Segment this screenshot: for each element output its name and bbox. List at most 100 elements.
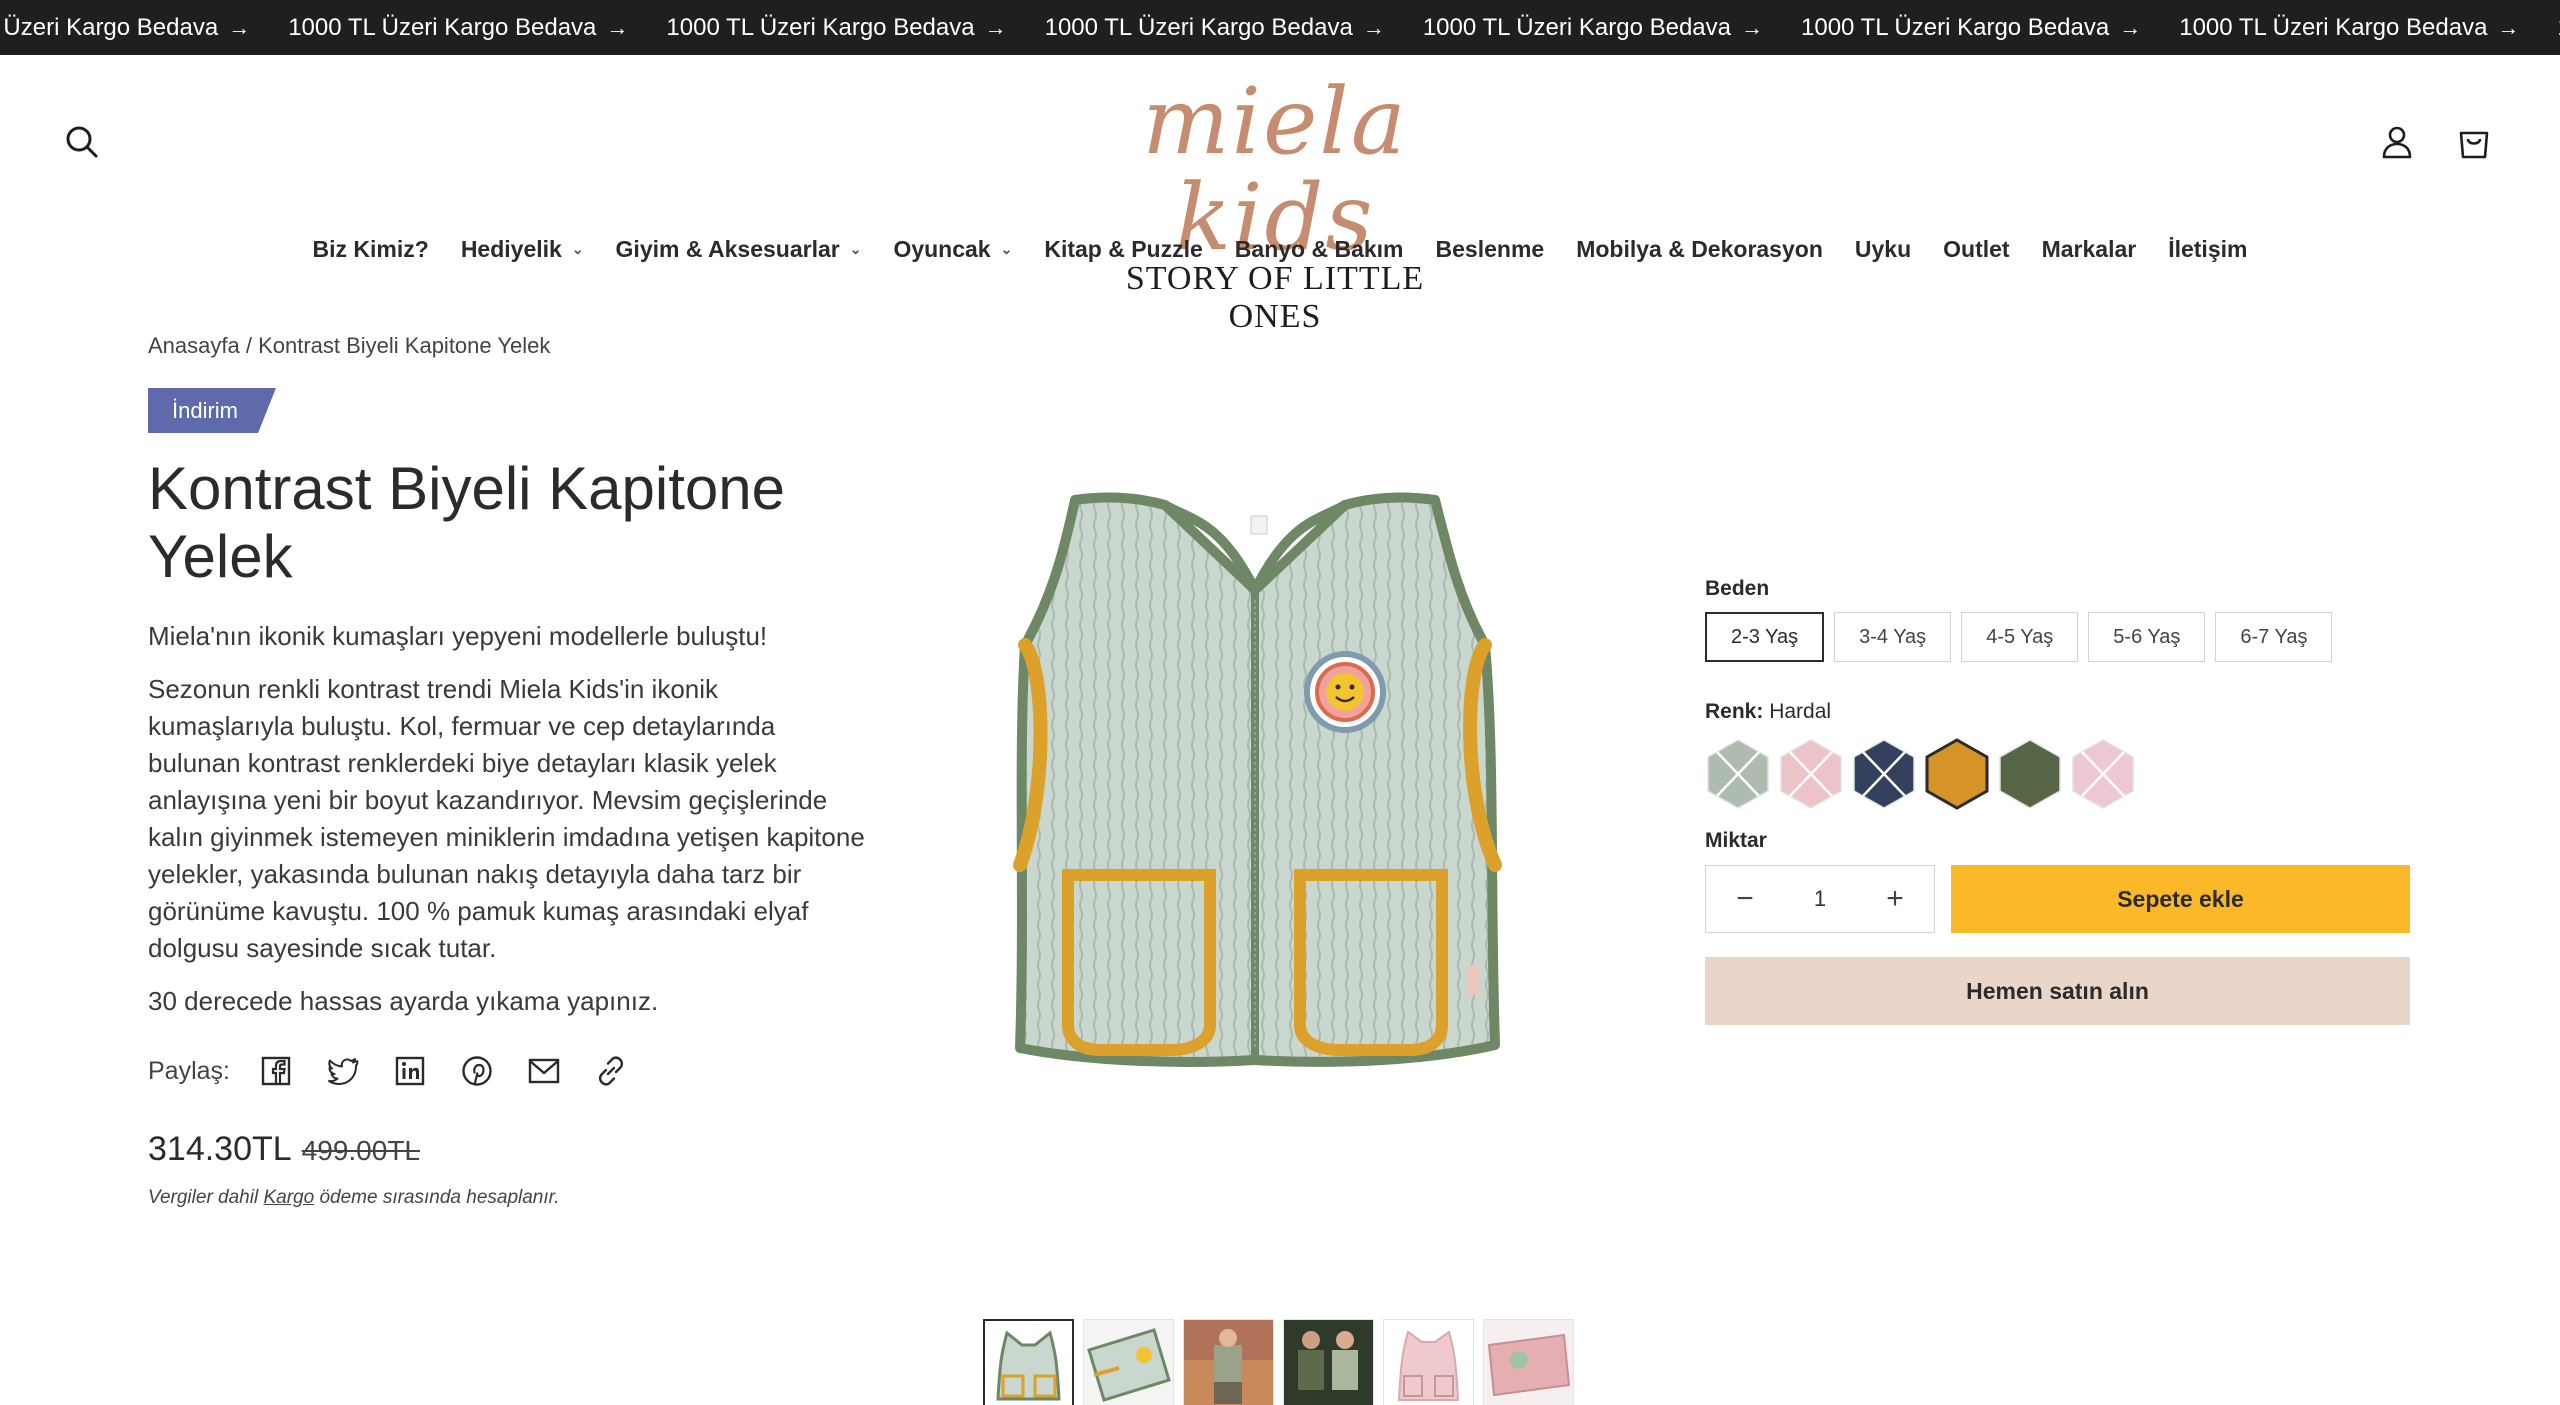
nav-item[interactable]: Hediyelik ⌄ xyxy=(445,236,600,263)
product-title: Kontrast Biyeli Kapitone Yelek xyxy=(148,455,786,590)
color-selector xyxy=(1705,738,2136,810)
nav-item-label: Uyku xyxy=(1854,236,1912,262)
link-icon[interactable] xyxy=(593,1053,629,1089)
nav-item-label: Mobilya & Dekorasyon xyxy=(1576,236,1823,262)
regular-price: 499.00TL xyxy=(301,1135,420,1166)
size-option[interactable]: 5-6 Yaş xyxy=(2088,612,2206,662)
size-option[interactable]: 4-5 Yaş xyxy=(1961,612,2079,662)
nav-item-label: Kitap & Puzzle xyxy=(1044,236,1203,262)
arrow-right-icon: → xyxy=(984,14,1007,40)
announcement-item[interactable]: 1000 TL Üzeri Kargo Bedava → xyxy=(666,14,1006,42)
search-button[interactable] xyxy=(60,120,104,164)
logo-tagline: STORY OF LITTLE ONES xyxy=(1125,260,1425,335)
size-option[interactable]: 3-4 Yaş xyxy=(1834,612,1952,662)
description-body: Sezonun renkli kontrast trendi Miela Kid… xyxy=(148,674,865,963)
size-option[interactable]: 6-7 Yaş xyxy=(2215,612,2333,662)
nav-item[interactable]: Giyim & Aksesuarlar ⌄ xyxy=(600,236,878,263)
color-label-row: Renk: Hardal xyxy=(1705,700,1831,724)
thumbnail-3[interactable] xyxy=(1183,1319,1274,1405)
announcement-item[interactable]: 1000 TL Üzeri Kargo Bedava → xyxy=(1423,14,1763,42)
nav-item[interactable]: Biz Kimiz? xyxy=(297,236,445,263)
arrow-right-icon: → xyxy=(1741,14,1764,40)
share-row: Paylaş: xyxy=(148,1053,660,1089)
account-icon xyxy=(2382,126,2412,159)
nav-item[interactable]: Kitap & Puzzle xyxy=(1028,236,1218,263)
share-label: Paylaş: xyxy=(148,1056,230,1085)
thumbnail-2[interactable] xyxy=(1083,1319,1174,1405)
nav-item[interactable]: Mobilya & Dekorasyon xyxy=(1560,236,1839,263)
email-icon[interactable] xyxy=(526,1053,562,1089)
product-description: Miela'nın ikonik kumaşları yepyeni model… xyxy=(148,618,868,1036)
size-option[interactable]: 2-3 Yaş xyxy=(1705,612,1825,662)
account-button[interactable] xyxy=(2375,120,2419,164)
pinterest-icon[interactable] xyxy=(459,1053,495,1089)
buy-now-button[interactable]: Hemen satın alın xyxy=(1705,957,2410,1025)
add-to-cart-button[interactable]: Sepete ekle xyxy=(1951,865,2410,933)
announcement-item[interactable]: 1000 TL Üzeri Kargo Bedava → xyxy=(1045,14,1385,42)
announcement-text: 1000 TL Üzeri Kargo Bedava xyxy=(666,13,975,41)
announcement-text: 1000 TL Üzeri Kargo Bedava xyxy=(1801,13,2110,41)
color-swatch[interactable] xyxy=(1924,738,1990,810)
nav-item[interactable]: Beslenme xyxy=(1420,236,1561,263)
chevron-down-icon: ⌄ xyxy=(849,241,862,257)
size-label: Beden xyxy=(1705,577,1770,600)
main-navigation: Biz Kimiz? Hediyelik ⌄ Giyim & Aksesuarlar ⌄… xyxy=(0,236,2560,263)
breadcrumb[interactable]: Anasayfa / Kontrast Biyeli Kapitone Yele… xyxy=(148,333,550,359)
color-label: Renk: xyxy=(1705,700,1764,723)
arrow-right-icon: → xyxy=(2497,14,2520,40)
nav-item[interactable]: Uyku xyxy=(1839,236,1927,263)
announcement-text: 1000 TL Üzeri Kargo Bedava xyxy=(1422,13,1732,41)
nav-item[interactable]: Markalar xyxy=(2026,236,2153,263)
sale-price: 314.30TL xyxy=(148,1130,292,1168)
nav-item[interactable]: Oyuncak ⌄ xyxy=(877,236,1028,263)
announcement-bar: 1000 TL Üzeri Kargo Bedava → 1000 TL Üzeri… xyxy=(0,0,2560,55)
color-value: Hardal xyxy=(1769,700,1832,723)
color-swatch[interactable] xyxy=(1705,738,1771,810)
announcement-item[interactable]: 1000 TL Üzeri Kargo Bedava → xyxy=(1801,14,2141,42)
announcement-item[interactable]: 1000 TL Üzeri Kargo Bedava → xyxy=(288,14,628,42)
nav-item-label: Hediyelik xyxy=(460,236,562,262)
nav-item-label: Oyuncak xyxy=(893,236,991,262)
size-selector: 2-3 Yaş 3-4 Yaş 4-5 Yaş 5-6 Yaş 6-7 Yaş xyxy=(1705,612,2333,662)
quantity-stepper: − 1 + xyxy=(1705,865,1935,933)
announcement-text: 1000 TL Üzeri Kargo Bedava xyxy=(288,13,597,41)
thumbnail-5[interactable] xyxy=(1383,1319,1474,1405)
description-intro: Miela'nın ikonik kumaşları yepyeni model… xyxy=(148,621,768,651)
nav-item[interactable]: Banyo & Bakım xyxy=(1219,236,1420,263)
quantity-decrease-button[interactable]: − xyxy=(1730,882,1760,916)
twitter-icon[interactable] xyxy=(325,1053,361,1089)
arrow-right-icon: → xyxy=(228,14,251,40)
announcement-text: 1000 TL Üzeri Kargo Bedava xyxy=(1044,13,1353,41)
quantity-input[interactable]: 1 xyxy=(1814,886,1826,912)
site-logo[interactable]: miela kids STORY OF LITTLE ONES xyxy=(1100,74,1450,336)
nav-item-label: Banyo & Bakım xyxy=(1234,236,1404,262)
linkedin-icon[interactable] xyxy=(392,1053,428,1089)
thumbnail-4[interactable] xyxy=(1283,1319,1374,1405)
nav-item-label: İletişim xyxy=(2168,236,2248,262)
sale-badge: İndirim xyxy=(148,388,276,433)
quantity-increase-button[interactable]: + xyxy=(1880,882,1910,916)
thumbnail-6[interactable] xyxy=(1483,1319,1574,1405)
nav-item-label: Markalar xyxy=(2041,236,2137,262)
arrow-right-icon: → xyxy=(1362,14,1385,40)
thumbnail-1[interactable] xyxy=(983,1319,1074,1405)
facebook-icon[interactable] xyxy=(258,1053,294,1089)
color-swatch[interactable] xyxy=(1778,738,1844,810)
color-swatch[interactable] xyxy=(1997,738,2063,810)
tax-note: Vergiler dahil Kargo ödeme sırasında hes… xyxy=(148,1187,560,1209)
nav-item[interactable]: İletişim xyxy=(2152,236,2263,263)
arrow-right-icon: → xyxy=(606,14,629,40)
chevron-down-icon: ⌄ xyxy=(1000,241,1013,257)
color-swatch[interactable] xyxy=(1851,738,1917,810)
announcement-item[interactable]: 1000 TL Üzeri Kargo Bedava → xyxy=(0,14,250,42)
shipping-link[interactable]: Kargo xyxy=(263,1187,314,1208)
announcement-track: 1000 TL Üzeri Kargo Bedava → 1000 TL Üzeri… xyxy=(0,0,2560,55)
color-swatch[interactable] xyxy=(2070,738,2136,810)
chevron-down-icon: ⌄ xyxy=(571,241,584,257)
nav-item[interactable]: Outlet xyxy=(1927,236,2025,263)
announcement-item[interactable]: 1000 TL Üzeri Kargo Bedava → xyxy=(2179,14,2519,42)
price-block: 314.30TL 499.00TL xyxy=(148,1130,420,1169)
product-image[interactable] xyxy=(990,470,1550,1120)
arrow-right-icon: → xyxy=(2119,14,2142,40)
cart-button[interactable] xyxy=(2452,120,2496,164)
